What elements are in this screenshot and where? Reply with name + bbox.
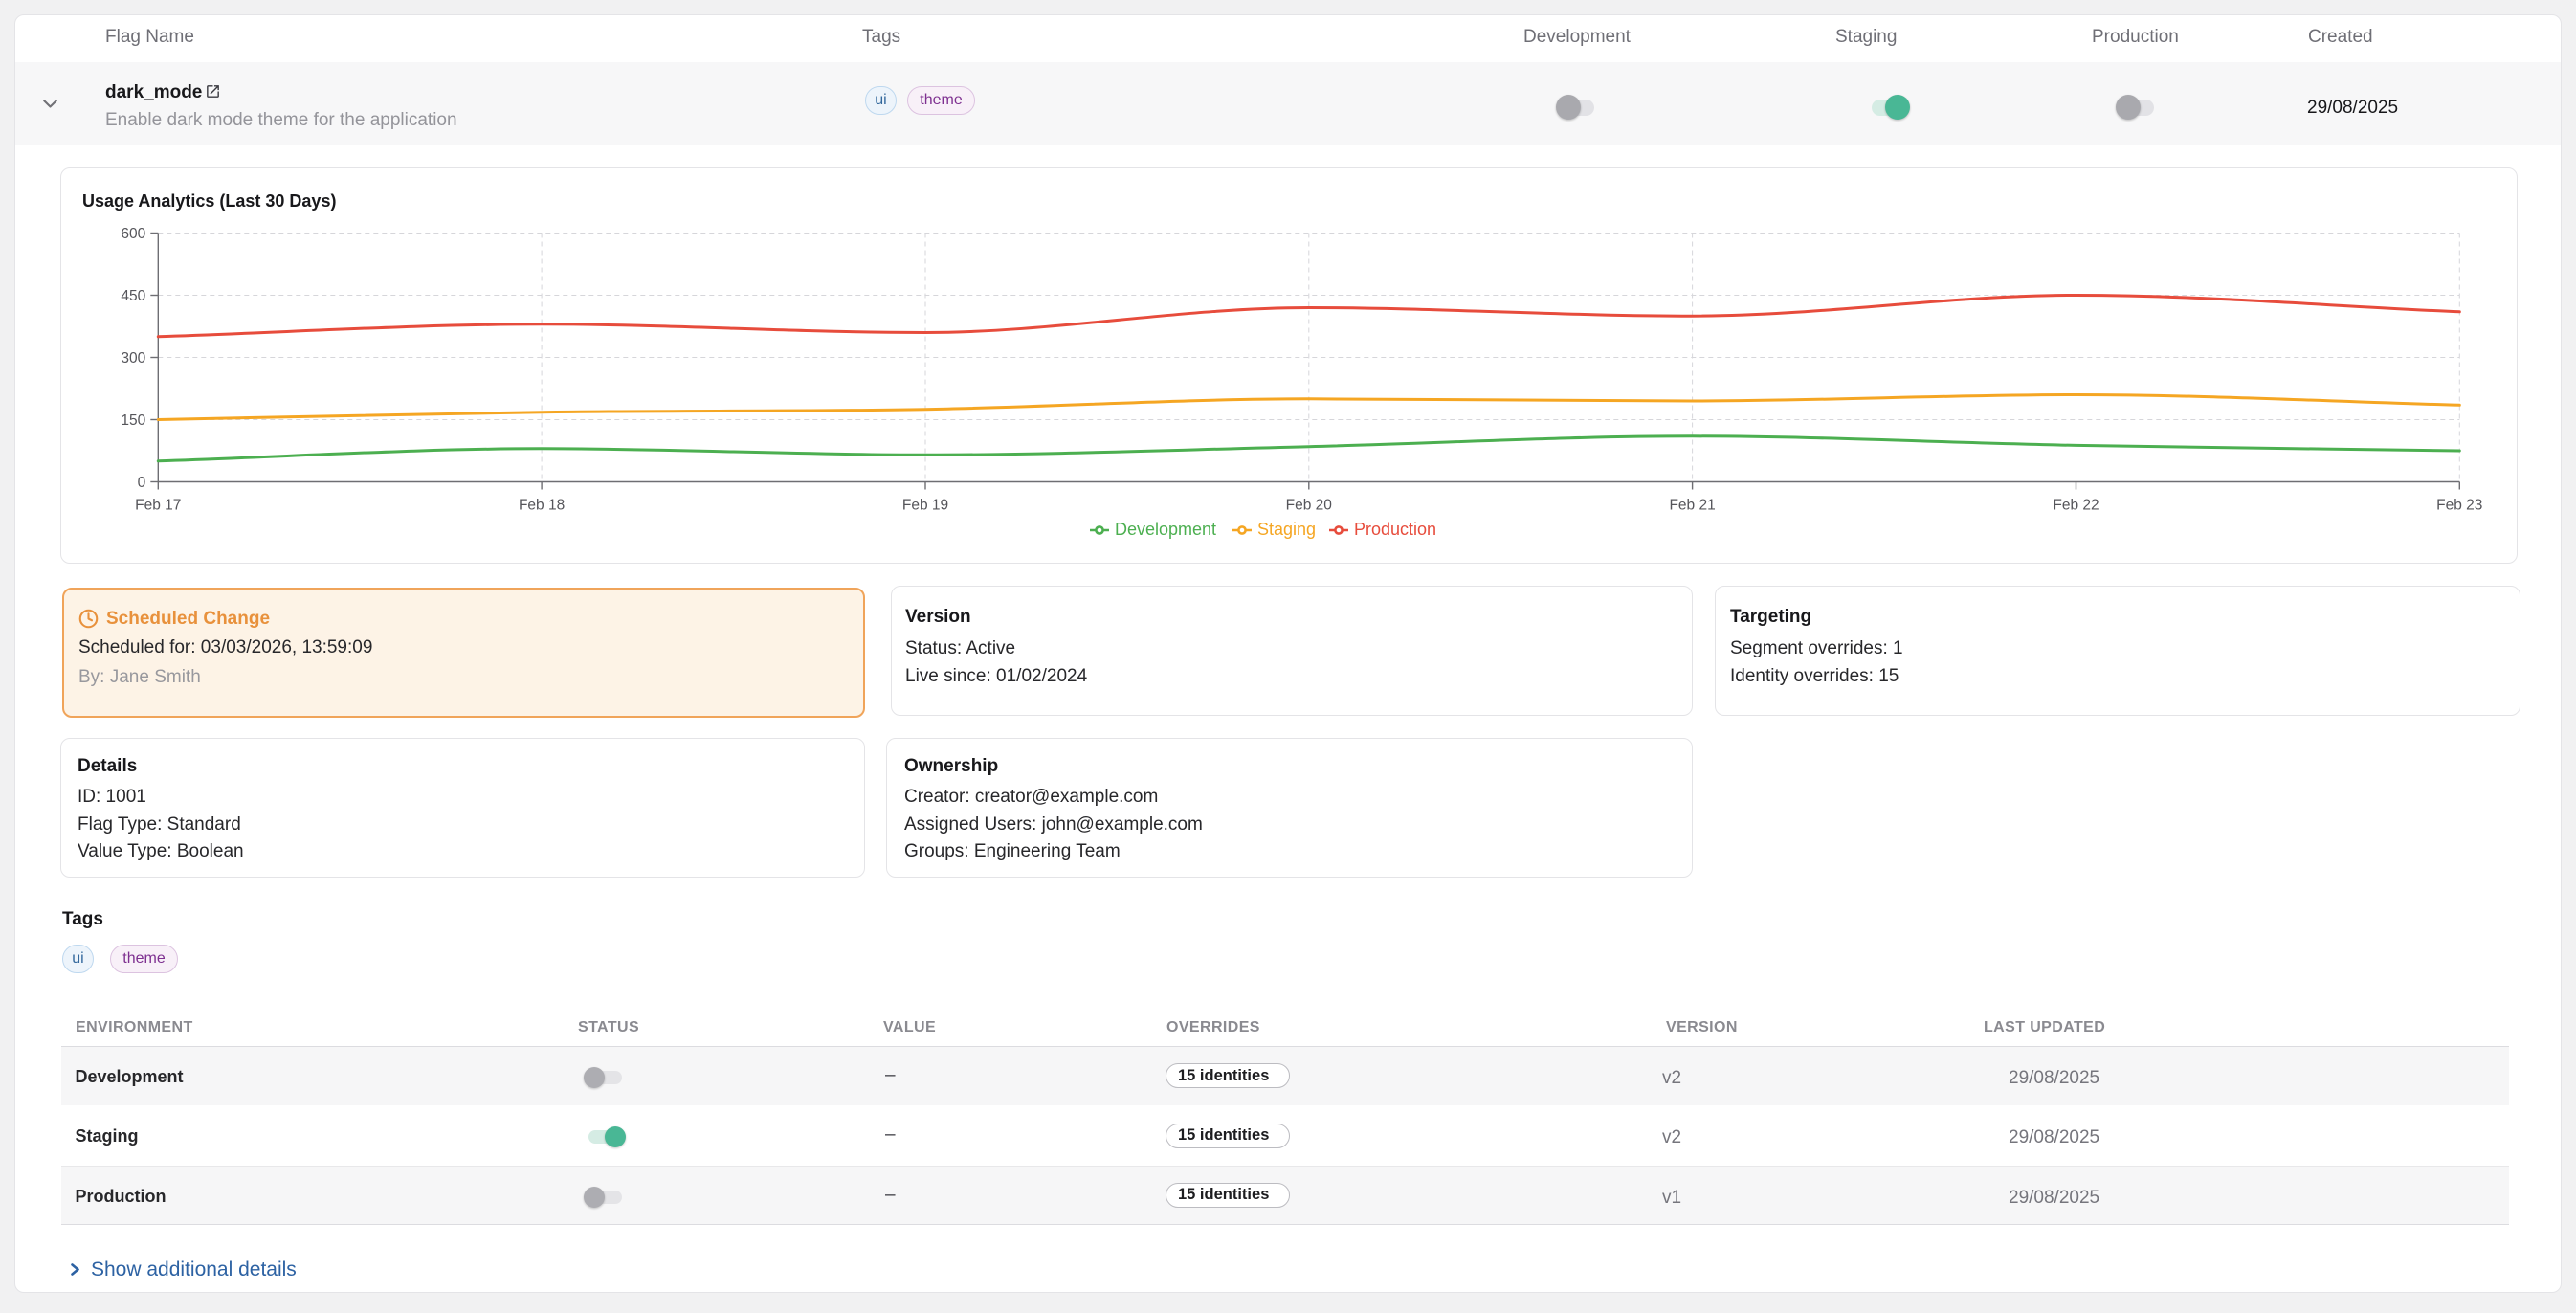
- svg-text:450: 450: [121, 288, 145, 304]
- svg-text:0: 0: [138, 475, 146, 491]
- svg-text:Feb 20: Feb 20: [1286, 498, 1333, 514]
- svg-text:600: 600: [121, 226, 145, 242]
- svg-text:Feb 21: Feb 21: [1669, 498, 1715, 514]
- svg-text:300: 300: [121, 350, 145, 367]
- svg-text:Feb 22: Feb 22: [2053, 498, 2099, 514]
- svg-text:Feb 23: Feb 23: [2436, 498, 2482, 514]
- svg-text:Feb 17: Feb 17: [135, 498, 181, 514]
- svg-text:Feb 19: Feb 19: [902, 498, 948, 514]
- svg-text:150: 150: [121, 412, 145, 429]
- svg-text:Feb 18: Feb 18: [519, 498, 565, 514]
